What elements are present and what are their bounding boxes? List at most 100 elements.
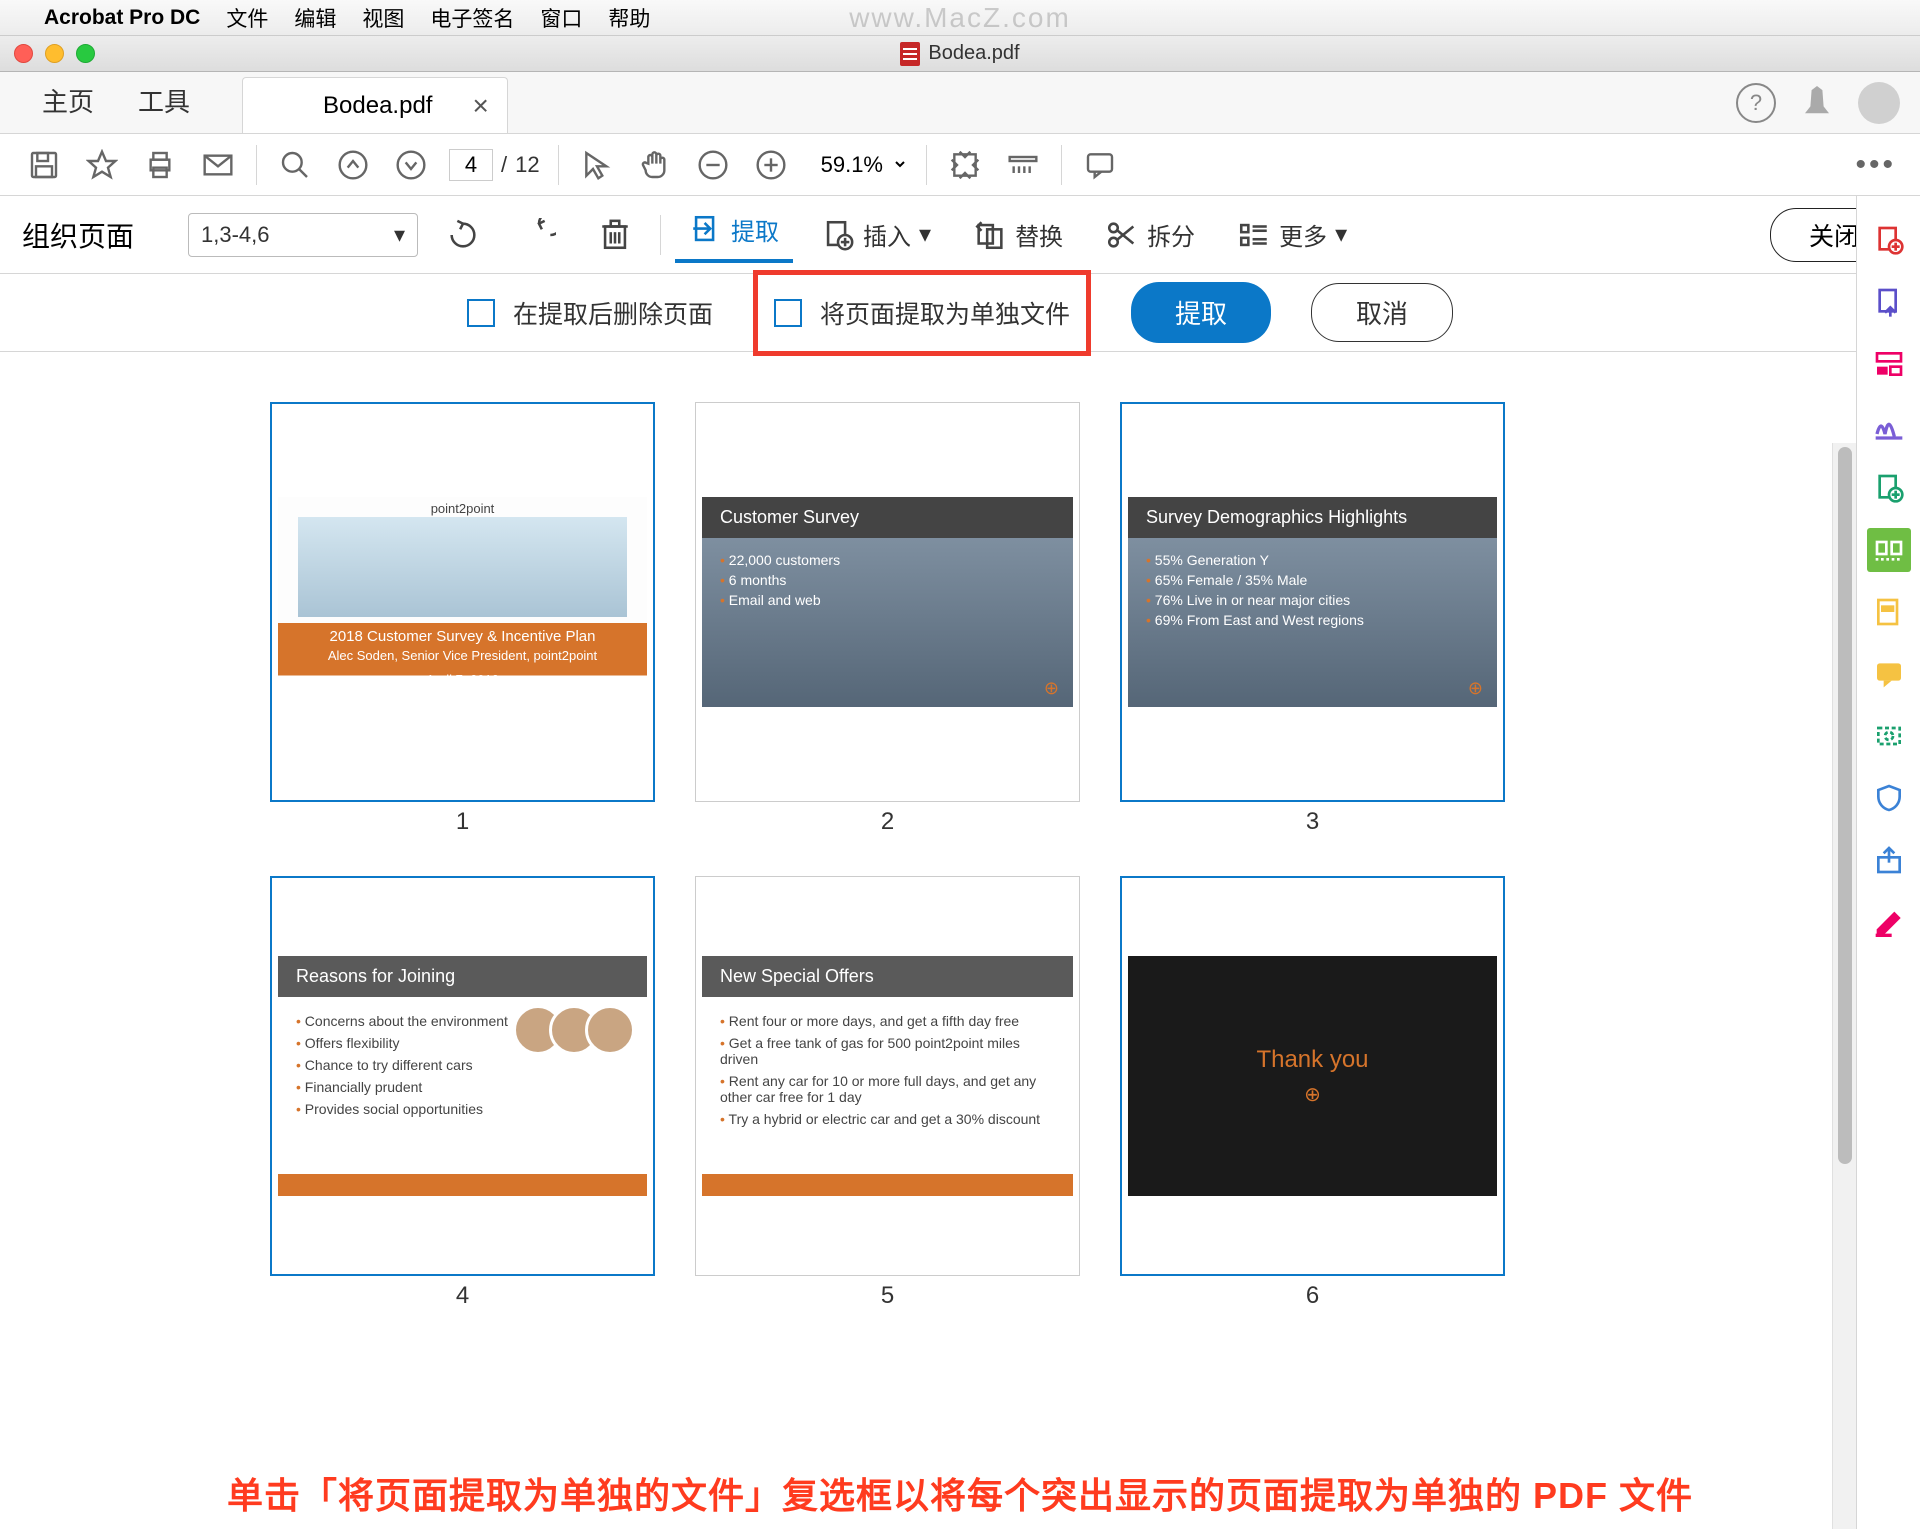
protect-icon[interactable] (1867, 776, 1911, 820)
dropdown-icon: ▾ (1335, 220, 1347, 249)
notifications-icon[interactable] (1802, 86, 1832, 120)
scan-icon[interactable] (1867, 714, 1911, 758)
menu-window[interactable]: 窗口 (540, 3, 582, 33)
window-titlebar: Bodea.pdf (0, 36, 1920, 72)
menu-view[interactable]: 视图 (362, 3, 404, 33)
more-label: 更多 (1279, 217, 1327, 252)
toolbar-divider (1061, 145, 1062, 185)
fill-sign-icon[interactable] (1867, 900, 1911, 944)
zoom-in-icon[interactable] (751, 145, 791, 185)
star-icon[interactable] (82, 145, 122, 185)
traffic-lights (14, 44, 95, 63)
organize-pages-icon[interactable] (1867, 528, 1911, 572)
sign-icon[interactable] (1867, 404, 1911, 448)
comment-icon[interactable] (1080, 145, 1120, 185)
toolbar-divider (558, 145, 559, 185)
tab-tools[interactable]: 工具 (116, 68, 212, 133)
account-avatar-icon[interactable] (1858, 82, 1900, 124)
zoom-out-icon[interactable] (693, 145, 733, 185)
more-button[interactable]: 更多 ▾ (1223, 211, 1361, 258)
page-up-icon[interactable] (333, 145, 373, 185)
menu-file[interactable]: 文件 (226, 3, 268, 33)
more-tools-icon[interactable]: ••• (1855, 148, 1896, 182)
insert-button[interactable]: 插入▾ (807, 211, 945, 258)
page-number-label: 5 (881, 1282, 894, 1310)
extract-options-row: 在提取后删除页面 将页面提取为单独文件 提取 取消 (0, 274, 1920, 352)
page-number-label: 2 (881, 808, 894, 836)
maximize-window-button[interactable] (76, 44, 95, 63)
menu-edit[interactable]: 编辑 (294, 3, 336, 33)
redact-icon[interactable] (1867, 590, 1911, 634)
page-thumbnail[interactable]: Reasons for Joining Concerns about the e… (270, 876, 655, 1310)
extract-label: 提取 (731, 212, 779, 247)
edit-pdf-icon[interactable] (1867, 342, 1911, 386)
window-title-text: Bodea.pdf (928, 42, 1019, 65)
minimize-window-button[interactable] (45, 44, 64, 63)
export-pdf-icon[interactable] (1867, 280, 1911, 324)
organize-pages-toolbar: 组织页面 1,3-4,6 ▾ 提取 插入▾ 替换 拆分 更多▾ 关闭 (0, 196, 1920, 274)
tab-close-icon[interactable]: × (472, 90, 488, 122)
tutorial-annotation: 单击「将页面提取为单独的文件」复选框以将每个突出显示的页面提取为单独的 PDF … (0, 1467, 1920, 1519)
close-window-button[interactable] (14, 44, 33, 63)
page-thumbnail[interactable]: point2point 2018 Customer Survey & Incen… (270, 402, 655, 836)
tab-active-label: Bodea.pdf (323, 92, 432, 120)
toolbar-divider (660, 215, 661, 255)
scrollbar-thumb[interactable] (1838, 447, 1852, 1164)
menu-esign[interactable]: 电子签名 (430, 3, 514, 33)
search-icon[interactable] (275, 145, 315, 185)
delete-after-extract-checkbox[interactable]: 在提取后删除页面 (467, 295, 713, 331)
slide-title: Thank you (1256, 1046, 1368, 1074)
hand-tool-icon[interactable] (635, 145, 675, 185)
page-thumbnail[interactable]: Customer Survey 22,000 customers 6 month… (695, 402, 1080, 836)
menu-help[interactable]: 帮助 (608, 3, 650, 33)
checkbox-icon (467, 299, 495, 327)
slide-footer-icon: ⊕ (1044, 678, 1059, 699)
scrollbar[interactable] (1832, 443, 1856, 1529)
tab-home[interactable]: 主页 (20, 68, 116, 133)
combine-icon[interactable] (1867, 466, 1911, 510)
page-number-label: 4 (456, 1282, 469, 1310)
window-title: Bodea.pdf (900, 42, 1019, 66)
slide-title: Reasons for Joining (278, 956, 647, 997)
slide-subtitle: Alec Soden, Senior Vice President, point… (278, 647, 647, 665)
create-pdf-icon[interactable] (1867, 218, 1911, 262)
select-tool-icon[interactable] (577, 145, 617, 185)
delete-button[interactable] (584, 212, 646, 258)
page-range-value: 1,3-4,6 (201, 222, 270, 248)
page-down-icon[interactable] (391, 145, 431, 185)
comment-tool-icon[interactable] (1867, 652, 1911, 696)
fit-page-icon[interactable] (945, 145, 985, 185)
page-total: 12 (515, 152, 539, 178)
tab-active-document[interactable]: Bodea.pdf × (242, 77, 508, 133)
zoom-select[interactable]: 59.1% (809, 147, 908, 182)
page-thumbnail[interactable]: Survey Demographics Highlights 55% Gener… (1120, 402, 1505, 836)
slide-bullets: 55% Generation Y 65% Female / 35% Male 7… (1128, 538, 1497, 642)
fit-width-icon[interactable] (1003, 145, 1043, 185)
page-thumbnails-grid: point2point 2018 Customer Survey & Incen… (0, 352, 1920, 1360)
main-toolbar: / 12 59.1% ••• (0, 134, 1920, 196)
slide-date: April 7, 2018 (278, 671, 647, 689)
extract-separate-files-checkbox[interactable]: 将页面提取为单独文件 (753, 270, 1091, 356)
page-range-select[interactable]: 1,3-4,6 ▾ (188, 213, 418, 257)
slide-footer-icon: ⊕ (1304, 1082, 1321, 1107)
app-name[interactable]: Acrobat Pro DC (44, 6, 200, 30)
share-icon[interactable] (1867, 838, 1911, 882)
rotate-cw-button[interactable] (508, 212, 570, 258)
split-button[interactable]: 拆分 (1091, 211, 1209, 258)
page-thumbnail[interactable]: New Special Offers Rent four or more day… (695, 876, 1080, 1310)
replace-button[interactable]: 替换 (959, 211, 1077, 258)
help-icon[interactable]: ? (1736, 83, 1776, 123)
email-icon[interactable] (198, 145, 238, 185)
print-icon[interactable] (140, 145, 180, 185)
page-number-input[interactable] (449, 149, 493, 181)
page-thumbnail[interactable]: Thank you ⊕ 6 (1120, 876, 1505, 1310)
rotate-ccw-button[interactable] (432, 212, 494, 258)
extract-button[interactable]: 提取 (675, 206, 793, 263)
save-icon[interactable] (24, 145, 64, 185)
extract-confirm-button[interactable]: 提取 (1131, 282, 1271, 343)
dropdown-icon: ▾ (919, 220, 931, 249)
page-number-label: 6 (1306, 1282, 1319, 1310)
page-number-label: 1 (456, 808, 469, 836)
cancel-button[interactable]: 取消 (1311, 283, 1453, 342)
slide-photo (298, 517, 627, 617)
